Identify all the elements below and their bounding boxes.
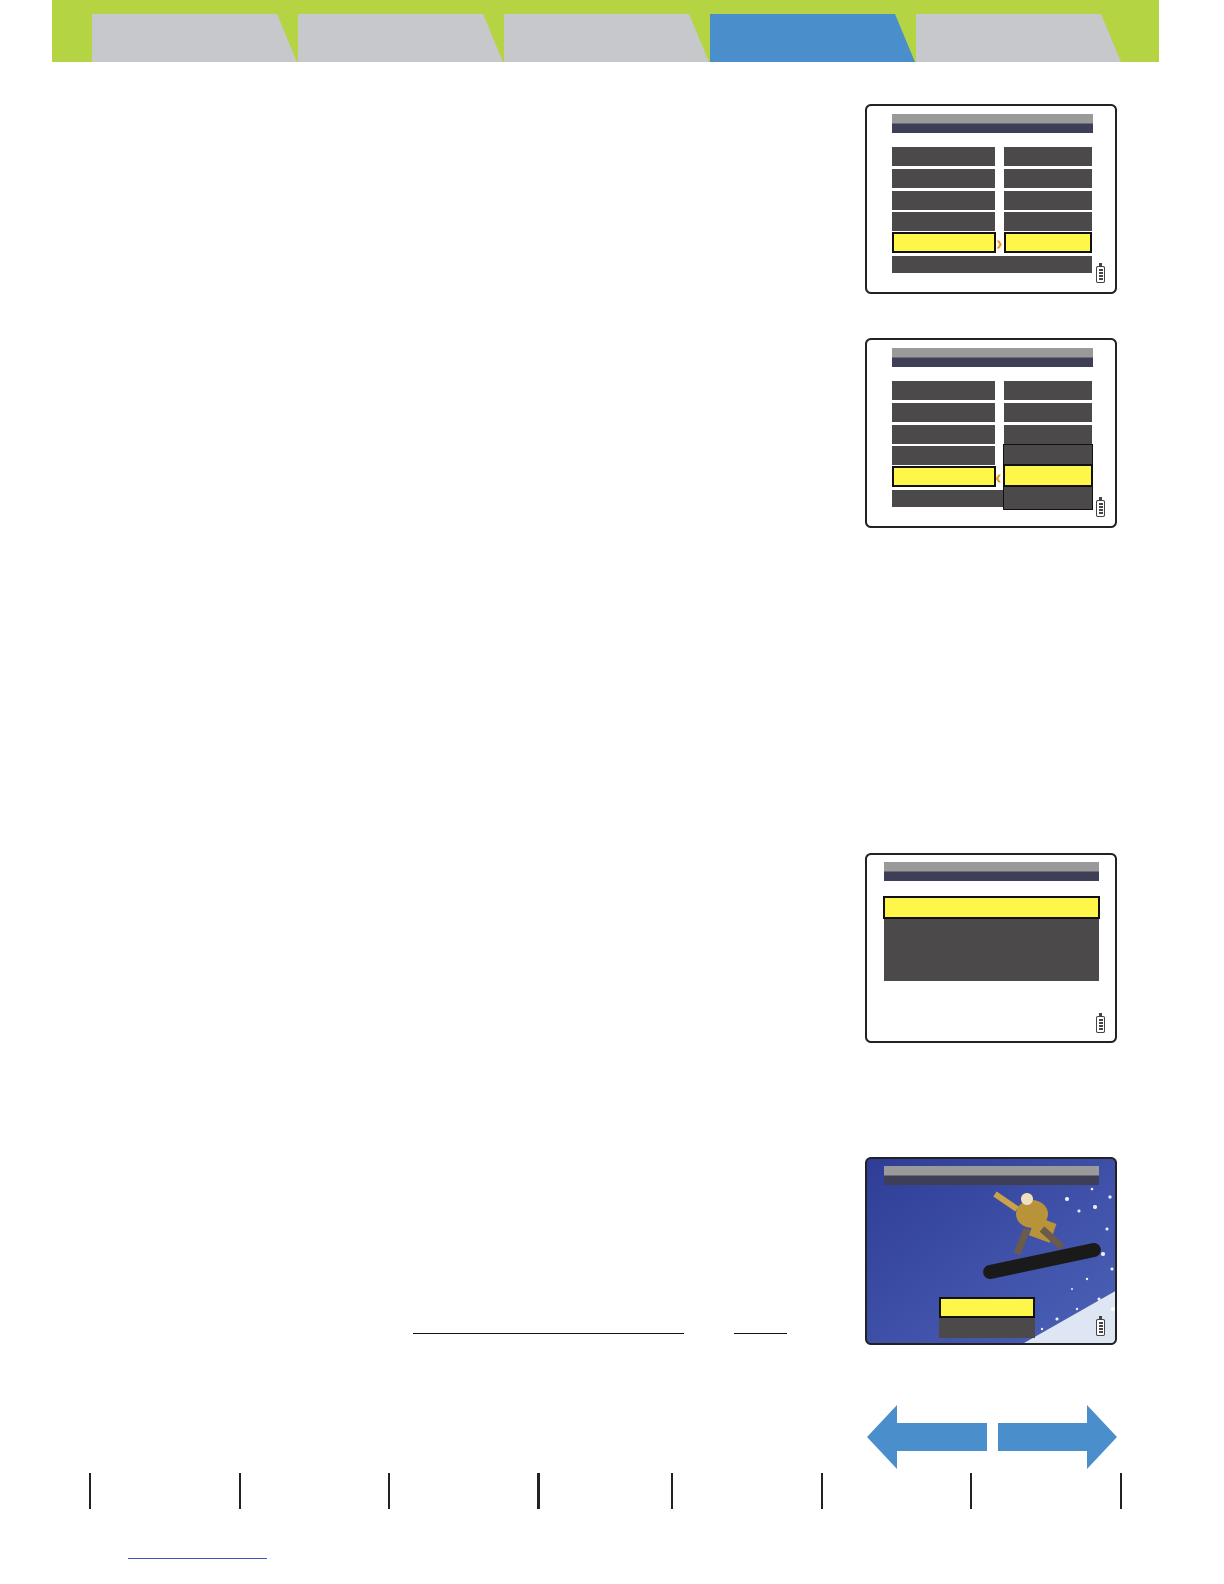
footer-separator [970, 1473, 972, 1509]
menu-value-selected[interactable] [1004, 232, 1092, 253]
footer-separator [239, 1473, 241, 1509]
text-underline [413, 1333, 684, 1334]
menu-options-list[interactable] [884, 919, 1099, 981]
cancel-option[interactable] [939, 1318, 1035, 1338]
menu-item[interactable] [892, 212, 995, 231]
menu-item[interactable] [892, 147, 995, 166]
arrow-right-icon [998, 1405, 1117, 1469]
menu-option-selected[interactable] [883, 896, 1100, 919]
arrow-left-icon [867, 1405, 987, 1469]
menu-value[interactable] [1004, 191, 1092, 210]
footer-separator [821, 1473, 823, 1509]
footer-separator [671, 1473, 673, 1509]
menu-title-bar [892, 348, 1093, 367]
footer-link-underline[interactable] [128, 1558, 267, 1559]
text-underline [734, 1333, 787, 1334]
next-page-button[interactable] [996, 1405, 1118, 1469]
menu-value[interactable] [1004, 425, 1092, 444]
menu-title-bar [884, 862, 1099, 881]
menu-item[interactable] [892, 446, 995, 465]
menu-screen-2: ‹ [865, 338, 1117, 528]
menu-value[interactable] [1004, 212, 1092, 231]
arrow-left-icon: ‹ [995, 467, 1002, 489]
menu-item[interactable] [892, 191, 995, 210]
tab-slant-overlay [277, 14, 1159, 62]
menu-screen-3 [865, 853, 1117, 1043]
menu-screen-1: › [865, 104, 1117, 294]
menu-item[interactable] [892, 425, 995, 444]
footer-separator [1120, 1473, 1122, 1509]
menu-item[interactable] [892, 403, 995, 422]
menu-value[interactable] [1004, 169, 1092, 188]
confirm-option-selected[interactable] [939, 1297, 1035, 1318]
menu-value[interactable] [1004, 381, 1092, 400]
menu-item[interactable] [892, 169, 995, 188]
menu-footer-bar [892, 256, 1092, 273]
prev-page-button[interactable] [867, 1405, 989, 1469]
menu-value[interactable] [1004, 403, 1092, 422]
menu-title-bar [892, 114, 1093, 133]
photo-preview-screen [865, 1157, 1117, 1345]
menu-item[interactable] [892, 381, 995, 400]
menu-item-selected[interactable] [892, 466, 996, 487]
menu-footer-bar [892, 490, 1004, 507]
dropdown-option-selected[interactable] [1003, 464, 1093, 487]
battery-icon [1096, 263, 1105, 283]
menu-item-selected[interactable] [892, 232, 996, 253]
battery-icon [1096, 1316, 1105, 1336]
menu-value[interactable] [1004, 147, 1092, 166]
battery-icon [1096, 1013, 1105, 1033]
footer-separator [89, 1473, 91, 1509]
battery-icon [1096, 497, 1105, 517]
footer-separator [388, 1473, 390, 1509]
footer-separator [537, 1473, 540, 1509]
preview-title-bar [884, 1166, 1099, 1185]
arrow-right-icon: › [996, 233, 1003, 255]
